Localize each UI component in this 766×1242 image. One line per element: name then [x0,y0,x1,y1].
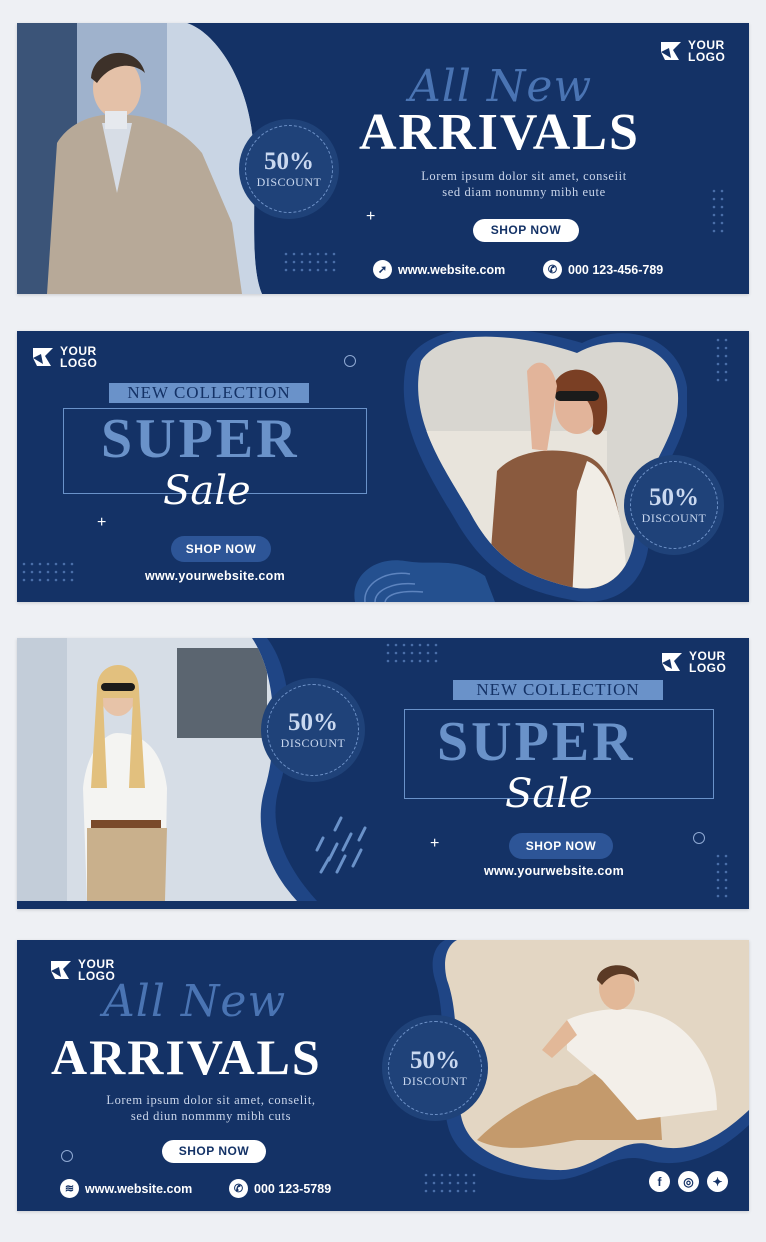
sale-script: Sale [505,771,593,817]
facebook-icon[interactable]: f [649,1171,670,1192]
shop-now-button[interactable]: SHOP NOW [162,1140,266,1163]
body-copy: Lorem ipsum dolor sit amet, conselit, se… [51,1092,371,1124]
logo-line2: LOGO [689,661,727,675]
sale-script: Sale [163,468,251,514]
body-line-2: sed diam nonumny mibh eute [442,185,606,199]
body-line-1: Lorem ipsum dolor sit amet, conselit, [106,1093,316,1107]
brand-logo: YOUR LOGO [659,39,725,63]
website-url: www.website.com [398,262,506,277]
banner-super-sale-2: 50% DISCOUNT YOUR LOGO NEW COLLECTION SUP… [17,638,749,909]
instagram-icon[interactable]: ◎ [678,1171,699,1192]
circle-decoration [693,832,705,844]
discount-badge: 50% DISCOUNT [261,678,365,782]
banner-super-sale-1: YOUR LOGO NEW COLLECTION SUPER Sale + SHO… [17,331,749,602]
phone-number: 000 123-5789 [254,1181,332,1196]
headline: ARRIVALS [51,1029,322,1085]
discount-percent: 50% [288,708,338,736]
discount-percent: 50% [410,1046,460,1074]
discount-percent: 50% [649,483,699,511]
dot-grid-right [716,854,728,898]
logo-icon [661,42,681,60]
phone-contact[interactable]: ✆ 000 123-5789 [229,1179,331,1198]
dot-grid [284,252,336,272]
discount-label: DISCOUNT [280,735,346,750]
discount-label: DISCOUNT [402,1073,468,1088]
discount-label: DISCOUNT [641,510,707,525]
plus-decoration: + [430,835,440,852]
discount-badge: 50% DISCOUNT [382,1015,488,1121]
collection-tag: NEW COLLECTION [109,383,309,403]
script-title: All New [103,976,287,1027]
discount-percent: 50% [264,147,314,175]
brand-logo: YOUR LOGO [660,650,726,674]
discount-badge: 50% DISCOUNT [624,455,724,555]
shop-now-button[interactable]: SHOP NOW [171,536,271,562]
website-contact[interactable]: ≋ www.website.com [60,1179,192,1198]
phone-icon: ✆ [229,1179,248,1198]
dot-grid [22,562,74,582]
website-url[interactable]: www.yourwebsite.com [484,864,624,878]
plus-decoration: + [97,514,107,531]
body-copy: Lorem ipsum dolor sit amet, conseiit sed… [359,168,689,200]
body-line-2: sed diun nommmy mibh cuts [130,1109,292,1123]
headline: ARRIVALS [359,104,640,161]
logo-icon [51,961,71,979]
super-headline: SUPER [101,408,300,470]
plus-decoration: + [366,208,376,225]
discount-badge: 50% DISCOUNT [239,119,339,219]
wifi-icon: ≋ [60,1179,79,1198]
phone-icon: ✆ [543,260,562,279]
circle-decoration [61,1150,73,1162]
dot-grid-right [712,189,724,233]
twitter-icon[interactable]: ✦ [707,1171,728,1192]
banner-all-new-arrivals-1: 50% DISCOUNT YOUR LOGO All New ARRIVALS L… [17,23,749,294]
dot-grid-top [386,643,438,663]
website-url: www.website.com [85,1181,193,1196]
super-headline: SUPER [437,711,636,773]
discount-label: DISCOUNT [256,174,322,189]
logo-icon [33,348,53,366]
circle-decoration [344,355,356,367]
stroke-decoration [315,816,367,874]
dot-grid-right [716,338,728,382]
body-line-1: Lorem ipsum dolor sit amet, conseiit [421,169,627,183]
website-contact[interactable]: ➚ www.website.com [373,260,505,279]
website-url[interactable]: www.yourwebsite.com [145,569,285,583]
model-photo [17,23,262,294]
phone-contact[interactable]: ✆ 000 123-456-789 [543,260,663,279]
model-photo [17,638,317,901]
shop-now-button[interactable]: SHOP NOW [509,833,613,859]
collection-tag: NEW COLLECTION [453,680,663,700]
phone-number: 000 123-456-789 [568,262,664,277]
social-icons: f ◎ ✦ [649,1171,728,1192]
dot-grid [424,1173,476,1193]
brand-logo: YOUR LOGO [31,345,97,369]
logo-line2: LOGO [688,50,726,64]
pointer-icon: ➚ [373,260,392,279]
banner-all-new-arrivals-2: YOUR LOGO 50% DISCOUNT All New ARRIVALS L… [17,940,749,1211]
shop-now-button[interactable]: SHOP NOW [473,219,579,242]
logo-line2: LOGO [60,356,98,370]
logo-icon [662,653,682,671]
